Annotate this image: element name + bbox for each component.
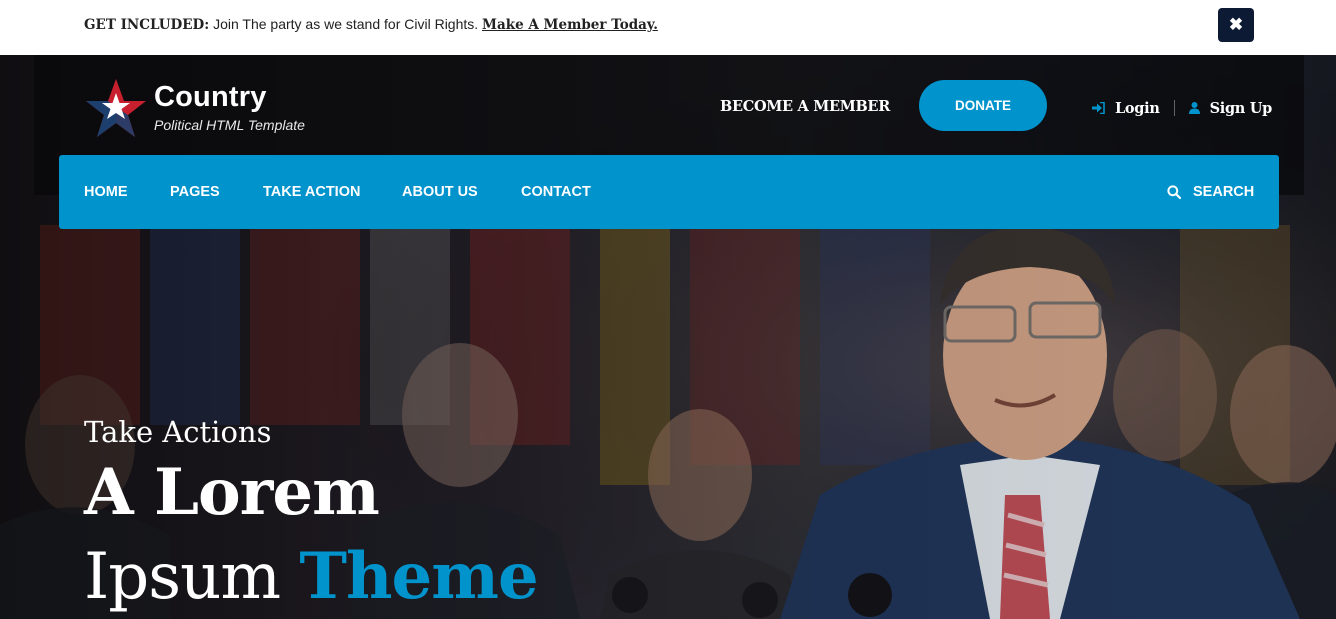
auth-links: Login Sign Up: [1092, 98, 1272, 118]
hero-section: Country Political HTML Template BECOME A…: [0, 55, 1336, 619]
announcement-lead: GET INCLUDED:: [84, 17, 210, 33]
announcement-text: GET INCLUDED: Join The party as we stand…: [84, 16, 658, 33]
become-member-link[interactable]: BECOME A MEMBER: [720, 98, 890, 115]
close-icon: ✖: [1228, 15, 1244, 34]
signup-label: Sign Up: [1209, 99, 1273, 117]
login-label: Login: [1115, 99, 1160, 117]
login-link[interactable]: Login: [1092, 100, 1160, 117]
nav-item-take-action[interactable]: TAKE ACTION: [263, 184, 360, 200]
search-button[interactable]: SEARCH: [1167, 184, 1254, 200]
search-icon: [1167, 185, 1181, 199]
search-label: SEARCH: [1193, 184, 1255, 200]
announcement-bar: GET INCLUDED: Join The party as we stand…: [0, 0, 1336, 55]
logo-tagline: Political HTML Template: [154, 117, 305, 133]
main-nav: HOME PAGES TAKE ACTION ABOUT US CONTACT …: [59, 155, 1279, 229]
close-announcement-button[interactable]: ✖: [1218, 8, 1254, 42]
hero-headline-line1: A Lorem: [84, 455, 380, 530]
make-member-link[interactable]: Make A Member Today.: [482, 17, 658, 33]
hero-headline-accent: Theme: [299, 539, 538, 614]
user-icon: [1188, 102, 1200, 114]
auth-divider: [1173, 100, 1175, 116]
star-logo-icon: [86, 79, 146, 137]
donate-button[interactable]: DONATE: [919, 80, 1047, 131]
nav-item-about-us[interactable]: ABOUT US: [402, 184, 478, 200]
hero-kicker: Take Actions: [84, 415, 272, 449]
sign-in-icon: [1092, 102, 1105, 114]
logo-name: Country: [154, 81, 267, 113]
signup-link[interactable]: Sign Up: [1188, 99, 1273, 117]
nav-item-pages[interactable]: PAGES: [170, 184, 220, 200]
nav-item-home[interactable]: HOME: [84, 184, 128, 200]
nav-item-contact[interactable]: CONTACT: [521, 184, 591, 200]
hero-headline-prefix: Ipsum: [84, 540, 300, 614]
site-logo[interactable]: Country Political HTML Template: [84, 77, 344, 141]
hero-headline-line2: Ipsum Theme: [84, 539, 539, 614]
announcement-body: Join The party as we stand for Civil Rig…: [209, 16, 483, 32]
